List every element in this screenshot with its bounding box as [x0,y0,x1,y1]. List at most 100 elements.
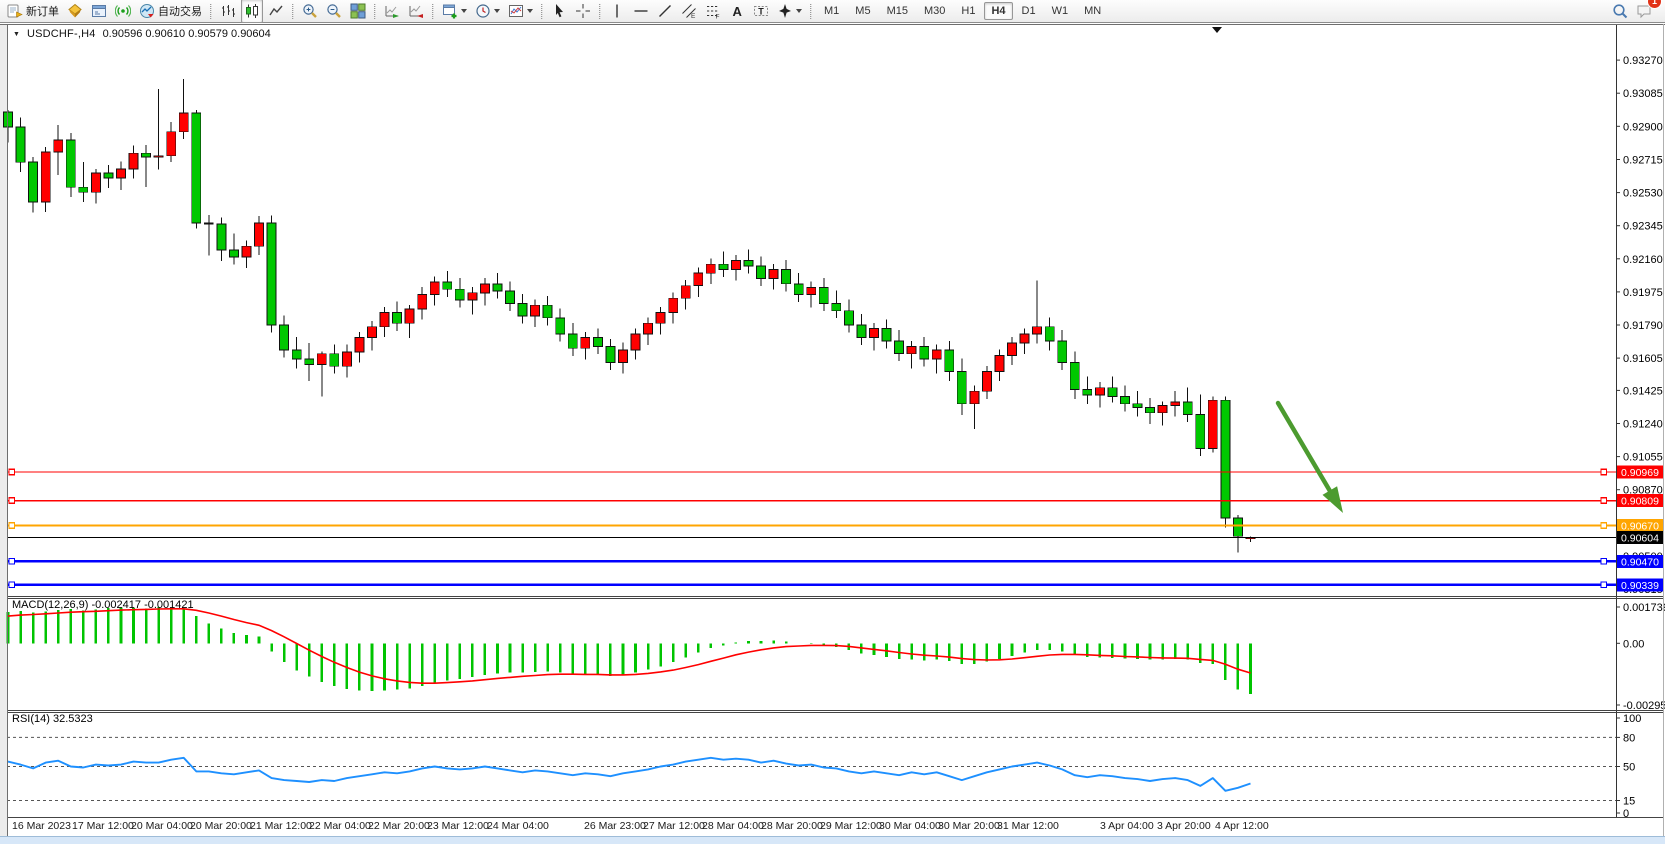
text-button[interactable]: A [726,0,748,23]
svg-text:80: 80 [1623,732,1635,744]
line-chart-icon [268,3,284,19]
search-icon [1612,3,1628,19]
time-axis-label: 28 Mar 20:00 [761,820,823,832]
svg-text:0.90470: 0.90470 [1621,556,1659,568]
timeframe-H1[interactable]: H1 [954,2,982,20]
toolbar-separator [210,4,212,19]
toolbar-separator [599,4,601,19]
timeframe-W1[interactable]: W1 [1045,2,1076,20]
timeframe-M1[interactable]: M1 [817,2,846,20]
chevron-down-icon[interactable] [527,9,533,13]
svg-text:0.91605: 0.91605 [1623,353,1663,365]
svg-text:0.92715: 0.92715 [1623,155,1663,167]
svg-text:0.92900: 0.92900 [1623,121,1663,133]
time-axis-label: 30 Mar 04:00 [879,820,941,832]
cursor-button[interactable] [548,0,570,23]
svg-text:0.91975: 0.91975 [1623,287,1663,299]
time-axis-label: 26 Mar 23:00 [584,820,646,832]
templates-button[interactable] [505,0,536,23]
zoom-out-button[interactable] [323,0,345,23]
autotrade-button[interactable]: 自动交易 [136,0,205,23]
chart-menu-icon[interactable] [13,28,20,40]
chevron-down-icon[interactable] [796,9,802,13]
equidistant-channel-icon: E [681,3,697,19]
time-axis-label: 4 Apr 12:00 [1215,820,1269,832]
zoom-in-icon [302,3,318,19]
signals-button[interactable] [112,0,134,23]
metaquotes-icon [67,3,83,19]
svg-text:0.93270: 0.93270 [1623,55,1663,67]
svg-text:0.93085: 0.93085 [1623,88,1663,100]
search-button[interactable] [1609,0,1631,23]
time-axis-label: 20 Mar 20:00 [190,820,252,832]
mt4-window: 新订单 自动交易 EFAT M1M5M15M30H1H4D1W1MN 1 0.93270… [0,0,1665,844]
svg-text:E: E [691,13,696,19]
timeframe-MN[interactable]: MN [1077,2,1108,20]
candlestick-chart-button[interactable] [241,0,263,23]
time-axis-label: 3 Apr 04:00 [1100,820,1154,832]
periods-icon [475,3,491,19]
chart-ohlc-values: 0.90596 0.90610 0.90579 0.90604 [103,28,271,40]
timeframe-H4[interactable]: H4 [984,2,1012,20]
tile-windows-button[interactable] [347,0,369,23]
svg-text:0.90339: 0.90339 [1621,580,1659,592]
time-axis-label: 23 Mar 12:00 [427,820,489,832]
svg-text:0.92345: 0.92345 [1623,221,1663,233]
crosshair-button[interactable] [572,0,594,23]
text-label-button[interactable]: T [750,0,772,23]
text-label-icon: T [753,3,769,19]
new-chart-icon [442,3,458,19]
time-axis-label: 22 Mar 20:00 [368,820,430,832]
new-order-button[interactable]: 新订单 [4,0,62,23]
candlestick-chart-icon [244,3,260,19]
chevron-down-icon[interactable] [461,9,467,13]
auto-scroll-icon [384,3,400,19]
new-order-button-label: 新订单 [26,3,59,19]
vertical-line-button[interactable] [606,0,628,23]
chart-shift-button[interactable] [405,0,427,23]
timeframe-M5[interactable]: M5 [848,2,877,20]
toolbar-separator [292,4,294,19]
periods-button[interactable] [472,0,503,23]
market-watch-button[interactable] [88,0,110,23]
line-chart-button[interactable] [265,0,287,23]
svg-text:100: 100 [1623,713,1641,725]
timeframe-M15[interactable]: M15 [880,2,915,20]
horizontal-line-button[interactable] [630,0,652,23]
trend-line-icon [657,3,673,19]
arrows-button[interactable] [774,0,805,23]
svg-text:0.91240: 0.91240 [1623,419,1663,431]
cursor-icon [551,3,567,19]
signals-icon [115,3,131,19]
equidistant-channel-button[interactable]: E [678,0,700,23]
auto-scroll-button[interactable] [381,0,403,23]
toolbar-separator [374,4,376,19]
svg-text:0.92530: 0.92530 [1623,188,1663,200]
svg-text:50: 50 [1623,762,1635,774]
metaquotes-button[interactable] [64,0,86,23]
time-axis-label: 24 Mar 04:00 [487,820,549,832]
new-chart-button[interactable] [439,0,470,23]
vertical-line-icon [609,3,625,19]
notifications-button[interactable]: 1 [1633,0,1655,23]
macd-indicator-label: MACD(12,26,9) -0.002417 -0.001421 [12,599,194,611]
zoom-in-button[interactable] [299,0,321,23]
trend-line-button[interactable] [654,0,676,23]
chart-background[interactable] [0,24,1665,836]
horizontal-line-icon [633,3,649,19]
fibonacci-button[interactable]: F [702,0,724,23]
time-axis-label: 29 Mar 12:00 [820,820,882,832]
svg-text:0.00: 0.00 [1623,638,1644,650]
svg-text:A: A [733,4,743,19]
timeframe-D1[interactable]: D1 [1015,2,1043,20]
timeframe-M30[interactable]: M30 [917,2,952,20]
svg-text:0.001739: 0.001739 [1623,602,1665,614]
time-axis[interactable]: 16 Mar 202317 Mar 12:0020 Mar 04:0020 Ma… [7,820,1616,835]
chart-shift-icon [408,3,424,19]
svg-text:0.91055: 0.91055 [1623,452,1663,464]
time-axis-label: 17 Mar 12:00 [72,820,134,832]
new-order-icon [7,3,23,19]
bar-chart-button[interactable] [217,0,239,23]
chart-canvas[interactable]: 0.93270 0.93085 0.92900 0.92715 0.92530 0.923… [0,0,1665,844]
chevron-down-icon[interactable] [494,9,500,13]
